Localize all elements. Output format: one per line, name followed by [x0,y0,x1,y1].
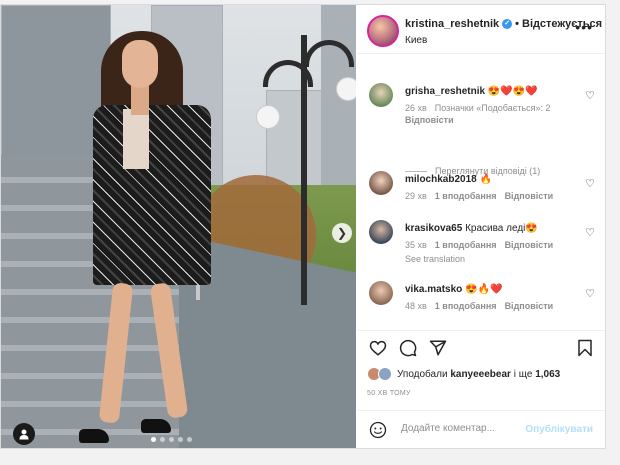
photo-lamp-globe [336,77,356,101]
comment-text: Красива леді😍 [465,223,538,234]
heart-icon[interactable] [369,339,387,357]
avatar[interactable] [369,171,393,195]
avatar[interactable] [378,367,392,381]
heart-icon[interactable]: ♡ [585,287,595,300]
comments-list: grisha_reshetnik 😍❤️😍❤️ 26 хв Позначки «П… [357,55,605,325]
reply-button[interactable]: Відповісти [505,191,554,201]
avatar[interactable] [369,83,393,107]
comment-body: krasikova65 Красива леді😍 35 хв 1 вподоба… [405,222,581,266]
comment-likes[interactable]: 1 вподобання [435,240,497,250]
post-location[interactable]: Киев [405,35,427,46]
liked-by-count[interactable]: 1,063 [535,369,560,380]
post-photo[interactable]: ❯ [1,5,356,448]
reply-button[interactable]: Відповісти [405,115,454,125]
carousel-dot [178,437,183,442]
verified-badge-icon: ✓ [502,19,513,30]
photo-person-neck [131,85,149,115]
heart-icon[interactable]: ♡ [585,177,595,190]
comment-time: 48 хв [405,301,427,311]
publish-button[interactable]: Опублікувати [525,424,593,435]
carousel-dot [151,437,156,442]
photo-person-face [122,40,158,88]
comment-meta: 48 хв 1 вподобання Відповісти [405,300,581,312]
liked-by-summary: Уподобали kanyeeebear і ще 1,063 [367,367,560,381]
carousel-dot [169,437,174,442]
more-horizontal-icon[interactable]: ••• [575,19,593,35]
comment-username[interactable]: milochkab2018 [405,174,477,185]
photo-person-top [123,109,149,169]
liked-by-prefix: Уподобали [397,368,448,380]
comment-likes[interactable]: 1 вподобання [435,301,497,311]
comment-username[interactable]: krasikova65 [405,223,462,234]
liked-by-text: Уподобали kanyeeebear і ще 1,063 [397,369,560,380]
see-translation-button[interactable]: See translation [405,253,581,266]
comment-likes[interactable]: 1 вподобання [435,191,497,201]
comment-body: milochkab2018 🔥 29 хв 1 вподобання Відпові… [405,173,581,202]
divider [405,171,427,173]
avatar[interactable] [369,220,393,244]
comment-text: 😍🔥❤️ [465,284,503,295]
carousel-dot [160,437,165,442]
share-icon[interactable] [429,339,447,357]
bookmark-icon[interactable] [577,339,593,357]
comment-meta: 26 хв Позначки «Подобається»: 2 Відповіст… [405,102,581,126]
author-username[interactable]: kristina_reshetnik [405,18,499,30]
comment-username[interactable]: vika.matsko [405,284,462,295]
carousel-next-button[interactable]: ❯ [332,223,352,243]
reply-button[interactable]: Відповісти [505,301,554,311]
liked-by-user[interactable]: kanyeeebear [450,369,511,380]
separator-dot: • [515,18,520,30]
heart-icon[interactable]: ♡ [585,89,595,102]
comment-time: 29 хв [405,191,427,201]
carousel-dots [151,437,192,442]
tagged-users-button[interactable] [13,423,35,445]
post-header: kristina_reshetnik ✓ • Відстежується Киев •… [357,5,605,54]
comment-text: 😍❤️😍❤️ [487,86,538,97]
comment-username[interactable]: grisha_reshetnik [405,86,485,97]
comment-time: 35 хв [405,240,427,250]
photo-person-shoe [141,419,171,433]
post-timestamp[interactable]: 50 ХВ ТОМУ [367,390,411,397]
liked-by-middle: і ще [513,368,533,380]
comment-time: 26 хв [405,103,427,113]
emoji-icon[interactable] [369,421,387,439]
photo-person-jacket [93,105,211,285]
avatar[interactable] [367,15,399,47]
header-line: kristina_reshetnik ✓ • Відстежується [405,18,602,30]
comment-body: vika.matsko 😍🔥❤️ 48 хв 1 вподобання Відпов… [405,283,581,312]
comment-icon[interactable] [399,339,417,357]
post-action-bar [357,330,605,365]
photo-person-shoe [79,429,109,443]
comment-text: 🔥 [479,174,492,185]
photo-lamp-globe [256,105,280,129]
comment-meta: 29 хв 1 вподобання Відповісти [405,190,581,202]
comment-input[interactable] [399,422,523,435]
user-icon [19,429,29,440]
carousel-dot [187,437,192,442]
avatar[interactable] [369,281,393,305]
comment-likes[interactable]: Позначки «Подобається»: 2 [435,103,551,113]
comment-meta: 35 хв 1 вподобання Відповісти [405,239,581,251]
add-comment-bar: Опублікувати [357,410,605,449]
post-side-panel: kristina_reshetnik ✓ • Відстежується Киев •… [357,5,605,448]
comment-body: grisha_reshetnik 😍❤️😍❤️ 26 хв Позначки «П… [405,85,581,126]
chevron-right-icon: ❯ [336,226,348,240]
reply-button[interactable]: Відповісти [505,240,554,250]
post-card: ❯ kristina_reshetnik ✓ • Відстежується Киев… [0,4,606,449]
heart-icon[interactable]: ♡ [585,226,595,239]
